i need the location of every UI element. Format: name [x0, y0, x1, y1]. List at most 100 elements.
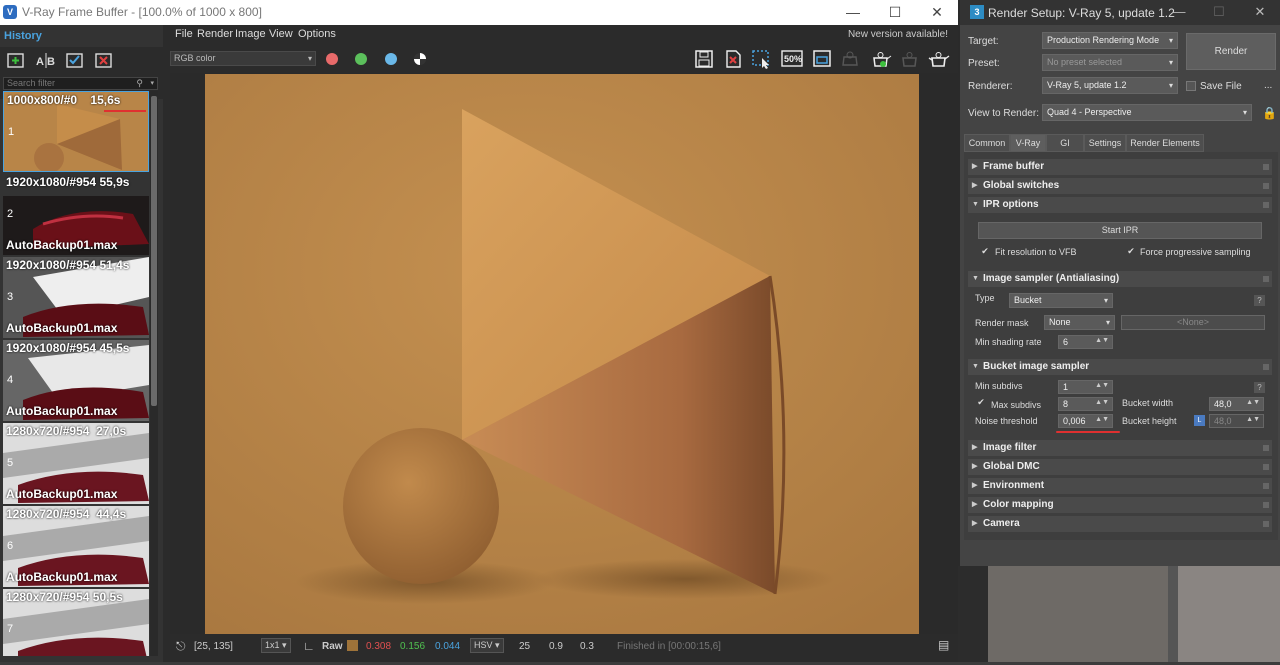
- remove-history-icon[interactable]: [93, 51, 115, 69]
- scrollbar-thumb[interactable]: [151, 96, 157, 406]
- history-scrollbar[interactable]: [150, 91, 158, 656]
- bucket-width-spinner[interactable]: 48,0 ▲▼: [1209, 397, 1264, 411]
- force-progressive-checkbox[interactable]: ✔: [1126, 247, 1136, 257]
- view-to-render-select[interactable]: Quad 4 - Perspective ▾: [1042, 104, 1252, 121]
- min-shading-rate-spinner[interactable]: 6 ▲▼: [1058, 335, 1113, 349]
- fit-resolution-checkbox[interactable]: ✔: [980, 247, 990, 257]
- history-item[interactable]: 1280x720/#954 27,0s 5 AutoBackup01.max: [3, 423, 149, 504]
- blue-channel-button[interactable]: [385, 53, 397, 65]
- zoom-percent-icon[interactable]: 50%: [781, 49, 803, 69]
- bucket-height-spinner[interactable]: 48,0 ▲▼: [1209, 414, 1264, 428]
- tab-vray[interactable]: V-Ray: [1010, 134, 1046, 152]
- renderer-select[interactable]: V-Ray 5, update 1.2 ▾: [1042, 77, 1178, 94]
- max-subdivs-spinner[interactable]: 8 ▲▼: [1058, 397, 1113, 411]
- render-mask-object-button[interactable]: <None>: [1121, 315, 1265, 330]
- load-history-icon[interactable]: [64, 51, 86, 69]
- lock-icon[interactable]: 🔒: [1262, 106, 1277, 120]
- help-button[interactable]: ?: [1254, 382, 1265, 393]
- alpha-channel-button[interactable]: [414, 53, 426, 65]
- rollout-bucket-sampler[interactable]: ▼ Bucket image sampler: [968, 359, 1272, 375]
- lock-width-height-button[interactable]: L: [1194, 415, 1205, 426]
- new-version-notice[interactable]: New version available!: [848, 29, 948, 40]
- history-number: 6: [7, 540, 14, 552]
- target-select[interactable]: Production Rendering Mode ▾: [1042, 32, 1178, 49]
- history-filename: AutoBackup01.max: [6, 487, 118, 501]
- menu-image[interactable]: Image: [235, 28, 266, 40]
- rollout-global-switches[interactable]: ▶ Global switches: [968, 178, 1272, 194]
- background-scene: [958, 566, 1280, 662]
- menu-view[interactable]: View: [269, 28, 293, 40]
- rollout-image-filter[interactable]: ▶ Image filter: [968, 440, 1272, 456]
- menu-render[interactable]: Render: [197, 28, 233, 40]
- render-button[interactable]: Render: [1186, 33, 1276, 70]
- rollout-ipr-options[interactable]: ▼ IPR options: [968, 197, 1272, 213]
- save-file-checkbox[interactable]: [1186, 81, 1196, 91]
- rollout-global-dmc[interactable]: ▶ Global DMC: [968, 459, 1272, 475]
- tab-common[interactable]: Common: [964, 134, 1010, 152]
- log-icon[interactable]: ▤: [938, 638, 949, 652]
- close-button[interactable]: ✕: [916, 0, 958, 25]
- green-channel-button[interactable]: [355, 53, 367, 65]
- spinner-arrows-icon: ▲▼: [1246, 416, 1260, 423]
- maximize-button[interactable]: ☐: [874, 0, 916, 25]
- max-subdivs-checkbox[interactable]: ✔: [976, 398, 986, 408]
- save-image-icon[interactable]: [693, 49, 715, 69]
- rollout-color-mapping[interactable]: ▶ Color mapping: [968, 497, 1272, 513]
- save-to-history-icon[interactable]: [5, 51, 27, 69]
- render-viewport[interactable]: [170, 73, 958, 634]
- expand-icon: ▶: [972, 444, 978, 451]
- rollout-frame-buffer[interactable]: ▶ Frame buffer: [968, 159, 1272, 175]
- render-setup-window: 3 Render Setup: V-Ray 5, update 1.2 — ☐ …: [958, 0, 1280, 566]
- rollout-pin: [1263, 445, 1269, 451]
- render-teapot-icon[interactable]: [927, 49, 950, 69]
- noise-threshold-spinner[interactable]: 0,006 ▲▼: [1058, 414, 1113, 428]
- history-search-input[interactable]: Search filter ⚲ ▾: [3, 77, 158, 90]
- pixel-aspect-select[interactable]: 1x1 ▾: [261, 638, 291, 653]
- render-last-icon[interactable]: [898, 49, 920, 69]
- render-mask-select[interactable]: None ▾: [1044, 315, 1115, 330]
- rollout-camera[interactable]: ▶ Camera: [968, 516, 1272, 532]
- ab-compare-icon[interactable]: AB: [35, 51, 57, 69]
- stop-render-icon[interactable]: [840, 49, 862, 69]
- channel-select[interactable]: RGB color ▾: [170, 51, 316, 66]
- start-ipr-button[interactable]: Start IPR: [978, 222, 1262, 239]
- help-button[interactable]: ?: [1254, 295, 1265, 306]
- rollout-environment[interactable]: ▶ Environment: [968, 478, 1272, 494]
- sampler-type-select[interactable]: Bucket ▾: [1009, 293, 1113, 308]
- menu-file[interactable]: File: [175, 28, 193, 40]
- history-item[interactable]: 1920x1080/#954 45,5s 4 AutoBackup01.max: [3, 340, 149, 421]
- menu-options[interactable]: Options: [298, 28, 336, 40]
- history-item[interactable]: 1920x1080/#954 51,4s 3 AutoBackup01.max: [3, 257, 149, 338]
- tab-settings[interactable]: Settings: [1084, 134, 1126, 152]
- blue-value: 0.044: [435, 641, 461, 652]
- min-subdivs-spinner[interactable]: 1 ▲▼: [1058, 380, 1113, 394]
- minimize-button[interactable]: —: [1160, 0, 1198, 25]
- pin-icon[interactable]: ⎋: [176, 639, 186, 654]
- red-underline-mark: [1056, 431, 1120, 433]
- region-frame-icon[interactable]: [811, 49, 833, 69]
- color-picker-icon[interactable]: ∟: [303, 639, 315, 653]
- tab-gi[interactable]: GI: [1046, 134, 1084, 152]
- history-item[interactable]: 1280x720/#954 50,5s 7: [3, 589, 149, 656]
- maximize-button[interactable]: ☐: [1200, 0, 1238, 25]
- history-item[interactable]: 1280x720/#954 44,4s 6 AutoBackup01.max: [3, 506, 149, 587]
- raw-toggle[interactable]: Raw: [322, 641, 343, 652]
- history-item[interactable]: 1920x1080/#954 55,9s 2 AutoBackup01.max: [3, 174, 149, 255]
- rollout-pin: [1263, 276, 1269, 282]
- clear-image-icon[interactable]: [722, 49, 744, 69]
- history-item[interactable]: 1000x800/#0 15,6s 1: [3, 91, 149, 172]
- region-render-icon[interactable]: [751, 49, 773, 69]
- tab-render-elements[interactable]: Render Elements: [1126, 134, 1204, 152]
- close-button[interactable]: ✕: [1241, 0, 1279, 25]
- ipr-teapot-icon[interactable]: [869, 49, 892, 69]
- preset-select[interactable]: No preset selected ▾: [1042, 54, 1178, 71]
- rendered-image: [205, 74, 919, 634]
- rollout-pin: [1263, 202, 1269, 208]
- spinner-arrows-icon: ▲▼: [1095, 382, 1109, 389]
- minimize-button[interactable]: —: [832, 0, 874, 25]
- colorspace-select[interactable]: HSV ▾: [470, 638, 504, 653]
- rollout-image-sampler[interactable]: ▼ Image sampler (Antialiasing): [968, 271, 1272, 287]
- save-file-browse-button[interactable]: ...: [1264, 80, 1272, 91]
- render-setup-title-bar: 3 Render Setup: V-Ray 5, update 1.2 — ☐ …: [960, 0, 1280, 25]
- red-channel-button[interactable]: [326, 53, 338, 65]
